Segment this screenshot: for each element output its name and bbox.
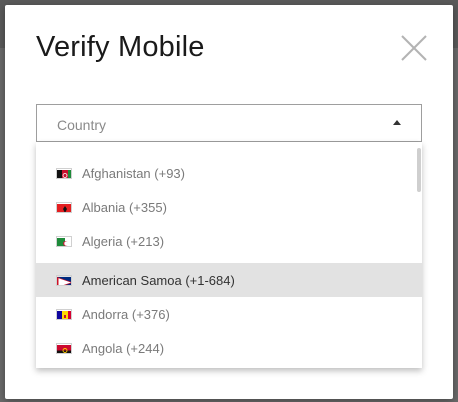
caret-up-icon [393,120,401,125]
country-select[interactable]: Country [36,104,422,142]
country-option-algeria[interactable]: Algeria (+213) [36,224,422,258]
flag-dz-icon [56,236,72,247]
country-option-american-samoa[interactable]: American Samoa (+1-684) [36,263,422,297]
country-option-angola[interactable]: Angola (+244) [36,331,422,365]
option-label: Algeria (+213) [82,234,165,249]
flag-al-icon [56,202,72,213]
verify-mobile-dialog: Verify Mobile Country Afghanistan (+93) [5,5,453,399]
flag-ad-icon [56,309,72,320]
flag-af-icon [56,168,72,179]
country-option-afghanistan[interactable]: Afghanistan (+93) [36,156,422,190]
option-label: Albania (+355) [82,200,167,215]
option-label: American Samoa (+1-684) [82,273,235,288]
country-dropdown-list: Afghanistan (+93) Albania (+355) Algeria… [36,142,422,368]
country-option-albania[interactable]: Albania (+355) [36,190,422,224]
flag-as-icon [56,275,72,286]
country-select-placeholder: Country [57,117,107,133]
option-label: Andorra (+376) [82,307,170,322]
flag-ao-icon [56,343,72,354]
option-label: Angola (+244) [82,341,165,356]
close-icon[interactable] [399,33,429,63]
country-option-andorra[interactable]: Andorra (+376) [36,297,422,331]
dialog-title: Verify Mobile [36,31,205,63]
option-label: Afghanistan (+93) [82,166,185,181]
